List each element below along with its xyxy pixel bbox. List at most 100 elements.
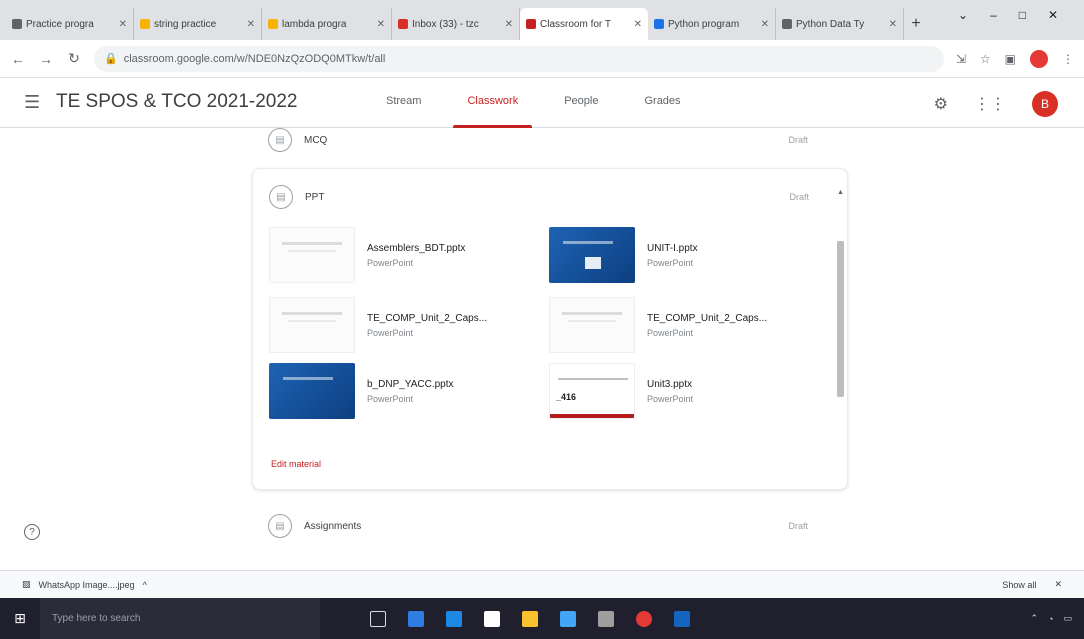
attachment-title: Unit3.pptx	[647, 378, 693, 390]
close-tab-icon[interactable]: ✕	[247, 19, 255, 30]
browser-toolbar: ← → ↻ 🔒 classroom.google.com/w/NDE0NzQzO…	[0, 40, 1084, 78]
close-tab-icon[interactable]: ✕	[889, 19, 897, 30]
slide-thumbnail	[269, 297, 355, 353]
browser-tab[interactable]: Python Data Ty ✕	[776, 8, 904, 40]
tab-title: lambda progra	[282, 18, 347, 30]
show-all-button[interactable]: Show all	[1002, 580, 1036, 590]
edge-icon[interactable]	[408, 610, 424, 627]
taskbar-pinned-apps	[370, 610, 690, 627]
topic-row-mcq[interactable]: ▤ MCQ Draft	[268, 128, 808, 152]
topic-date: Draft	[788, 135, 808, 145]
topic-row-assignments[interactable]: ▤ Assignments Draft	[268, 514, 808, 538]
tab-grades[interactable]: Grades	[638, 78, 686, 128]
browser-tab-strip: Practice progra ✕ string practice ✕ lamb…	[0, 0, 1084, 40]
browser-tab[interactable]: lambda progra ✕	[262, 8, 392, 40]
browser-tab[interactable]: string practice ✕	[134, 8, 262, 40]
attachment-type: PowerPoint	[367, 257, 414, 268]
app-icon[interactable]	[674, 610, 690, 627]
extensions-icon[interactable]: ▣	[1005, 52, 1016, 66]
mail-icon[interactable]	[446, 610, 462, 627]
browser-tab-active[interactable]: Classroom for T ✕	[520, 8, 648, 40]
attachment-title: b_DNP_YACC.pptx	[367, 378, 454, 390]
tab-stream[interactable]: Stream	[380, 78, 427, 128]
tab-title: Python program	[668, 18, 740, 30]
material-icon: ▤	[268, 128, 292, 152]
attachment-item[interactable]: b_DNP_YACC.pptx PowerPoint	[269, 363, 454, 419]
forward-icon[interactable]: →	[38, 51, 54, 67]
close-window-icon[interactable]: ✕	[1048, 8, 1058, 22]
download-item[interactable]: ▧ WhatsApp Image....jpeg ^	[22, 579, 147, 590]
profile-icon[interactable]	[1030, 49, 1048, 68]
maximize-icon[interactable]: □	[1019, 8, 1026, 22]
browser-tab[interactable]: Inbox (33) - tzc ✕	[392, 8, 520, 40]
tray-chevron-icon[interactable]: ⌃	[1031, 613, 1039, 624]
tab-search-icon[interactable]: ⌄	[958, 8, 968, 22]
tab-favicon	[12, 19, 22, 29]
close-tab-icon[interactable]: ✕	[505, 19, 513, 30]
attachment-title: TE_COMP_Unit_2_Caps...	[367, 312, 488, 324]
back-icon[interactable]: ←	[10, 51, 26, 67]
close-tab-icon[interactable]: ✕	[119, 19, 127, 30]
minimize-icon[interactable]: –	[990, 8, 997, 22]
help-icon[interactable]: ?	[24, 524, 40, 540]
attachment-item[interactable]: UNIT-I.pptx PowerPoint	[549, 227, 698, 283]
window-controls: ⌄ – □ ✕	[958, 8, 1058, 22]
close-tab-icon[interactable]: ✕	[634, 19, 642, 30]
chevron-up-icon[interactable]: ^	[143, 580, 147, 590]
material-icon: ▤	[269, 185, 293, 209]
address-bar[interactable]: 🔒 classroom.google.com/w/NDE0NzQzODQ0MTk…	[94, 45, 944, 72]
attachment-type: PowerPoint	[367, 327, 414, 338]
app-icon[interactable]	[560, 610, 576, 627]
scroll-up-icon[interactable]: ▲	[837, 189, 844, 196]
tab-favicon	[654, 19, 664, 29]
notification-icon[interactable]: ▭	[1063, 613, 1072, 624]
tab-classwork[interactable]: Classwork	[453, 78, 532, 128]
class-title[interactable]: TE SPOS & TCO 2021-2022	[56, 91, 298, 113]
browser-tab[interactable]: Python program ✕	[648, 8, 776, 40]
attachment-title: UNIT-I.pptx	[647, 242, 698, 254]
topic-row-ppt[interactable]: ▤ PPT Draft	[269, 185, 809, 209]
topic-title: Assignments	[304, 520, 362, 532]
browser-tab[interactable]: Practice progra ✕	[6, 8, 134, 40]
attachment-type: PowerPoint	[367, 393, 414, 404]
image-file-icon: ▧	[22, 579, 31, 589]
store-icon[interactable]	[484, 610, 500, 627]
app-icon[interactable]	[598, 610, 614, 627]
install-icon[interactable]: ⇲	[956, 52, 966, 66]
taskbar-search-input[interactable]: Type here to search	[40, 598, 320, 639]
classwork-content: ▤ MCQ Draft ▤ PPT Draft Assemblers_BDT.p…	[0, 128, 1084, 570]
menu-kebab-icon[interactable]: ⋮	[1062, 52, 1074, 66]
slide-thumbnail: _416	[549, 363, 635, 419]
task-view-icon[interactable]	[370, 610, 386, 627]
file-explorer-icon[interactable]	[522, 610, 538, 627]
attachment-item[interactable]: TE_COMP_Unit_2_Caps... PowerPoint	[269, 297, 487, 353]
network-icon[interactable]: ◔	[1048, 614, 1053, 624]
bookmark-star-icon[interactable]: ☆	[980, 52, 991, 66]
new-tab-button[interactable]: +	[904, 8, 928, 40]
close-tab-icon[interactable]: ✕	[377, 19, 385, 30]
topic-title: MCQ	[304, 134, 328, 146]
attachment-type: PowerPoint	[647, 393, 694, 404]
download-bar: ▧ WhatsApp Image....jpeg ^ Show all ✕	[0, 570, 1084, 598]
windows-start-icon[interactable]: ⊞	[0, 598, 40, 639]
close-tab-icon[interactable]: ✕	[761, 19, 769, 30]
attachment-item[interactable]: TE_COMP_Unit_2_Caps... PowerPoint	[549, 297, 767, 353]
slide-thumbnail	[269, 363, 355, 419]
settings-gear-icon[interactable]: ⚙	[934, 94, 948, 114]
tab-title: Practice progra	[26, 18, 94, 30]
scrollbar-thumb[interactable]	[837, 241, 844, 397]
chrome-icon[interactable]	[636, 610, 652, 627]
hamburger-menu-icon[interactable]: ☰	[24, 92, 40, 113]
tab-people[interactable]: People	[558, 78, 604, 128]
attachment-type: PowerPoint	[647, 327, 694, 338]
scrollbar[interactable]: ▲	[835, 189, 845, 479]
avatar[interactable]: B	[1032, 91, 1058, 117]
apps-grid-icon[interactable]: ⋮⋮	[974, 94, 1006, 114]
lock-icon: 🔒	[104, 53, 118, 65]
attachment-item[interactable]: _416 Unit3.pptx PowerPoint	[549, 363, 693, 419]
close-icon[interactable]: ✕	[1054, 579, 1062, 590]
reload-icon[interactable]: ↻	[66, 50, 82, 67]
attachment-item[interactable]: Assemblers_BDT.pptx PowerPoint	[269, 227, 465, 283]
edit-material-link[interactable]: Edit material	[271, 459, 321, 469]
tab-title: string practice	[154, 18, 217, 30]
